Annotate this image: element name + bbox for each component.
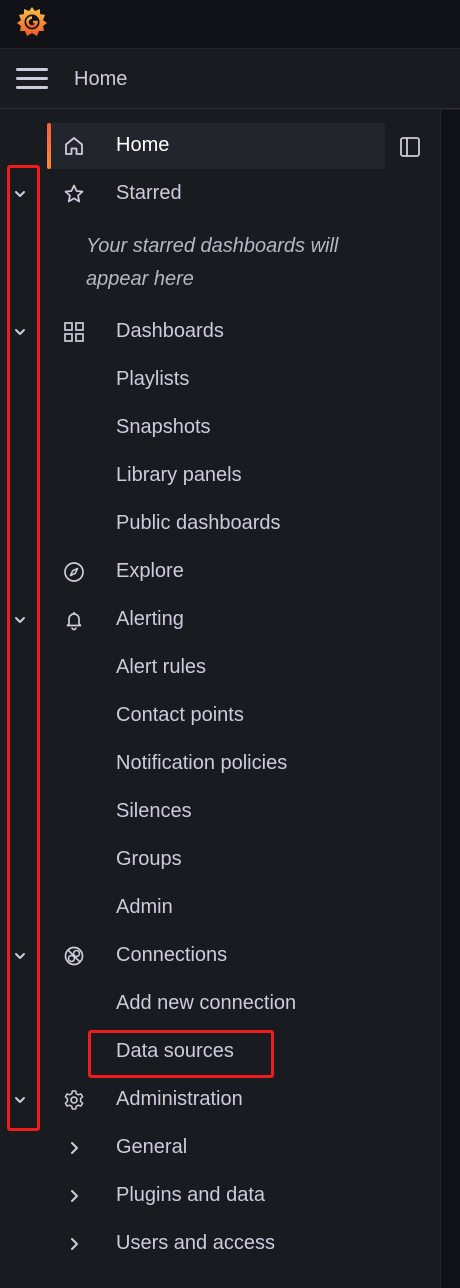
nav-item-label: Home (116, 134, 170, 156)
nav-item-label: Alert rules (116, 656, 207, 678)
nav-item-label: Notification policies (116, 752, 288, 774)
page-title: Home (74, 68, 128, 90)
nav-item-label: Silences (116, 800, 192, 822)
nav-item-label: Snapshots (116, 416, 211, 438)
apps-grid-icon (64, 322, 84, 342)
starred-empty-message: Your starred dashboards will appear here (86, 235, 339, 290)
nav-item-label: Connections (116, 944, 228, 966)
connections-icon (64, 946, 84, 966)
gear-icon (64, 1090, 84, 1110)
nav-item-label: Groups (116, 848, 182, 870)
bell-icon (66, 612, 82, 631)
nav-item-label: Admin (116, 896, 173, 918)
nav-item-snapshots[interactable]: Snapshots (0, 405, 440, 451)
nav-item-label: General (116, 1136, 188, 1158)
nav-item-groups[interactable]: Groups (0, 837, 440, 883)
nav-item-administration[interactable]: Administration (0, 1077, 440, 1123)
nav-item-label: Explore (116, 560, 184, 582)
dock-panel-icon[interactable] (398, 135, 422, 159)
nav-item-label: Playlists (116, 368, 190, 390)
highlight-box-data-sources (88, 1030, 274, 1078)
nav-item-home[interactable]: Home (0, 123, 440, 169)
nav-item-label: Starred (116, 182, 182, 204)
nav-item-label: Public dashboards (116, 512, 281, 534)
page-header: Home (0, 50, 460, 109)
nav-item-dashboards[interactable]: Dashboards (0, 309, 440, 355)
nav-item-label: Contact points (116, 704, 244, 726)
nav-item-general[interactable]: General (0, 1125, 440, 1171)
nav-item-explore[interactable]: Explore (0, 549, 440, 595)
nav-item-contact-points[interactable]: Contact points (0, 693, 440, 739)
chevron-right-icon[interactable] (64, 1138, 84, 1158)
nav-item-admin[interactable]: Admin (0, 885, 440, 931)
nav-item-label: Users and access (116, 1232, 275, 1254)
highlight-box-expand-toggles (7, 165, 40, 1131)
nav-item-users-and-access[interactable]: Users and access (0, 1221, 440, 1267)
nav-item-alert-rules[interactable]: Alert rules (0, 645, 440, 691)
star-icon (64, 184, 84, 203)
content-edge (441, 110, 460, 1288)
nav-item-label: Library panels (116, 464, 242, 486)
nav-item-label: Administration (116, 1088, 243, 1110)
nav-item-label: Plugins and data (116, 1184, 266, 1206)
nav-item-starred[interactable]: Starred (0, 171, 440, 217)
hamburger-icon[interactable] (16, 68, 48, 92)
chevron-right-icon[interactable] (64, 1234, 84, 1254)
home-icon (65, 137, 83, 155)
nav-item-public-dashboards[interactable]: Public dashboards (0, 501, 440, 547)
grafana-logo[interactable] (14, 4, 50, 40)
chevron-right-icon[interactable] (64, 1186, 84, 1206)
nav-item-add-new-connection[interactable]: Add new connection (0, 981, 440, 1027)
nav-item-label: Alerting (116, 608, 184, 630)
nav-item-label: Add new connection (116, 992, 297, 1014)
nav-item-library-panels[interactable]: Library panels (0, 453, 440, 499)
compass-icon (64, 562, 84, 582)
nav-item-playlists[interactable]: Playlists (0, 357, 440, 403)
top-bar (0, 0, 460, 49)
nav-item-connections[interactable]: Connections (0, 933, 440, 979)
nav-item-label: Dashboards (116, 320, 224, 342)
nav-item-alerting[interactable]: Alerting (0, 597, 440, 643)
nav-item-silences[interactable]: Silences (0, 789, 440, 835)
nav-item-plugins-and-data[interactable]: Plugins and data (0, 1173, 440, 1219)
nav-item-notification-policies[interactable]: Notification policies (0, 741, 440, 787)
